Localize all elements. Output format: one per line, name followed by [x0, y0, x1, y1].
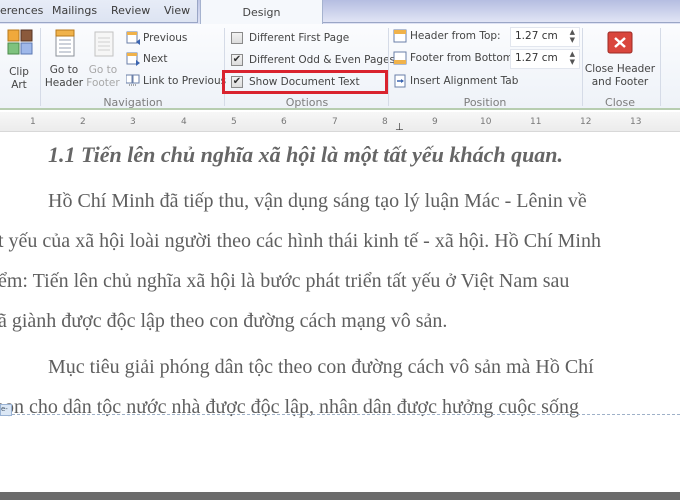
- different-first-page-checkbox[interactable]: Different First Page: [231, 30, 349, 46]
- page-bottom-edge: [0, 492, 680, 500]
- header-boundary-line: [12, 414, 680, 415]
- go-to-footer-label: Go to Footer: [86, 64, 120, 89]
- ribbon: Clip Art Go to Header Go to Footer Previ…: [0, 24, 680, 110]
- link-to-previous-icon: [126, 74, 140, 86]
- tab-references[interactable]: erences: [0, 4, 43, 17]
- tab-mailings[interactable]: Mailings: [52, 4, 97, 17]
- group-separator: [388, 28, 389, 106]
- spin-arrows-icon[interactable]: ▲ ▼: [570, 28, 575, 44]
- footer-from-bottom-label-row: Footer from Bottom:: [393, 50, 517, 66]
- ruler-tick: 8: [382, 117, 388, 127]
- alignment-tab-icon: [394, 74, 406, 88]
- ruler-tick: 5: [231, 117, 237, 127]
- horizontal-ruler[interactable]: 1 2 3 4 5 6 7 8 9 10 11 12 13 ⊥: [0, 112, 680, 133]
- close-group-label: Close: [605, 96, 635, 109]
- link-to-previous-button[interactable]: Link to Previous: [126, 73, 226, 89]
- close-icon: [607, 31, 633, 54]
- checkbox-checked[interactable]: ✔: [231, 54, 243, 66]
- ruler-tick: 2: [80, 117, 86, 127]
- options-group-label: Options: [285, 96, 329, 109]
- header-from-top-value: 1.27 cm: [515, 30, 558, 42]
- ruler-tick: 13: [630, 117, 642, 127]
- group-separator: [224, 28, 225, 106]
- ruler-tick: 6: [281, 117, 287, 127]
- insert-alignment-tab-label: Insert Alignment Tab: [410, 75, 519, 87]
- section-heading: 1.1 Tiến lên chủ nghĩa xã hội là một tất…: [48, 142, 564, 167]
- tab-review[interactable]: Review: [111, 4, 150, 17]
- position-group-label: Position: [463, 96, 507, 109]
- tab-strip-filler: [323, 0, 680, 23]
- next-section-icon: [126, 52, 140, 66]
- close-header-footer-label: Close Header and Footer: [584, 63, 656, 88]
- spin-arrows-icon[interactable]: ▲ ▼: [570, 50, 575, 66]
- tab-stop-marker[interactable]: ⊥: [395, 122, 404, 133]
- ruler-tick: 3: [130, 117, 136, 127]
- next-button[interactable]: Next: [126, 51, 167, 67]
- clip-art-label: Clip Art: [9, 66, 29, 91]
- next-label: Next: [143, 53, 168, 65]
- ruler-tick: 10: [480, 117, 492, 127]
- ruler-tick: 4: [181, 117, 187, 127]
- close-header-footer-button[interactable]: Close Header and Footer: [584, 30, 656, 89]
- ribbon-tab-strip: erences Mailings Review View Design: [0, 0, 680, 25]
- header-position-icon: [393, 29, 407, 43]
- header-from-top-input[interactable]: 1.27 cm ▲ ▼: [510, 27, 580, 47]
- ruler-tick: 12: [580, 117, 592, 127]
- footer-position-icon: [393, 51, 407, 65]
- paragraph-line: Mục tiêu giải phóng dân tộc theo con đườ…: [48, 356, 594, 378]
- navigation-group-label: Navigation: [103, 96, 163, 109]
- insert-alignment-tab-button[interactable]: Insert Alignment Tab: [393, 73, 518, 89]
- highlight-box: [222, 70, 388, 94]
- paragraph-line: ã giành được độc lập theo con đường cách…: [0, 310, 448, 332]
- go-to-footer-icon: [94, 31, 114, 57]
- paragraph-line: ểm: Tiến lên chủ nghĩa xã hội là bước ph…: [0, 270, 570, 292]
- header-from-top-label: Header from Top:: [410, 30, 501, 42]
- footer-from-bottom-label: Footer from Bottom:: [410, 52, 517, 64]
- group-separator: [40, 28, 41, 106]
- footer-from-bottom-input[interactable]: 1.27 cm ▲ ▼: [510, 49, 580, 69]
- go-to-header-button[interactable]: Go to Header: [44, 28, 84, 90]
- ruler-tick: 9: [432, 117, 438, 127]
- go-to-header-icon: [55, 29, 75, 57]
- clip-art-button[interactable]: Clip Art: [2, 28, 36, 92]
- checkbox-unchecked[interactable]: [231, 32, 243, 44]
- footer-from-bottom-value: 1.27 cm: [515, 52, 558, 64]
- group-separator: [660, 28, 661, 106]
- different-first-page-label: Different First Page: [249, 32, 350, 44]
- paragraph-line: họn cho dân tộc nước nhà được độc lập, n…: [0, 396, 579, 418]
- paragraph-line: Hồ Chí Minh đã tiếp thu, vận dụng sáng t…: [48, 190, 587, 212]
- previous-button[interactable]: Previous: [126, 30, 187, 46]
- paragraph-line: t yếu của xã hội loài người theo các hìn…: [0, 230, 601, 252]
- clip-art-icon: [7, 29, 33, 55]
- ruler-tick: 7: [332, 117, 338, 127]
- different-odd-even-label: Different Odd & Even Pages: [249, 54, 396, 66]
- previous-section-icon: [126, 31, 140, 45]
- go-to-header-label: Go to Header: [44, 64, 84, 89]
- tab-view[interactable]: View: [164, 4, 190, 17]
- header-from-top-label-row: Header from Top:: [393, 28, 501, 44]
- tab-design[interactable]: Design: [200, 0, 323, 25]
- group-separator: [582, 28, 583, 106]
- go-to-footer-button[interactable]: Go to Footer: [84, 28, 122, 90]
- header-footer-tag[interactable]: e-: [0, 404, 12, 416]
- different-odd-even-checkbox[interactable]: ✔ Different Odd & Even Pages: [231, 52, 395, 68]
- document-page[interactable]: 1.1 Tiến lên chủ nghĩa xã hội là một tất…: [0, 134, 680, 500]
- link-to-previous-label: Link to Previous: [143, 75, 227, 87]
- ruler-tick: 1: [30, 117, 36, 127]
- previous-label: Previous: [143, 32, 188, 44]
- ruler-tick: 11: [530, 117, 542, 127]
